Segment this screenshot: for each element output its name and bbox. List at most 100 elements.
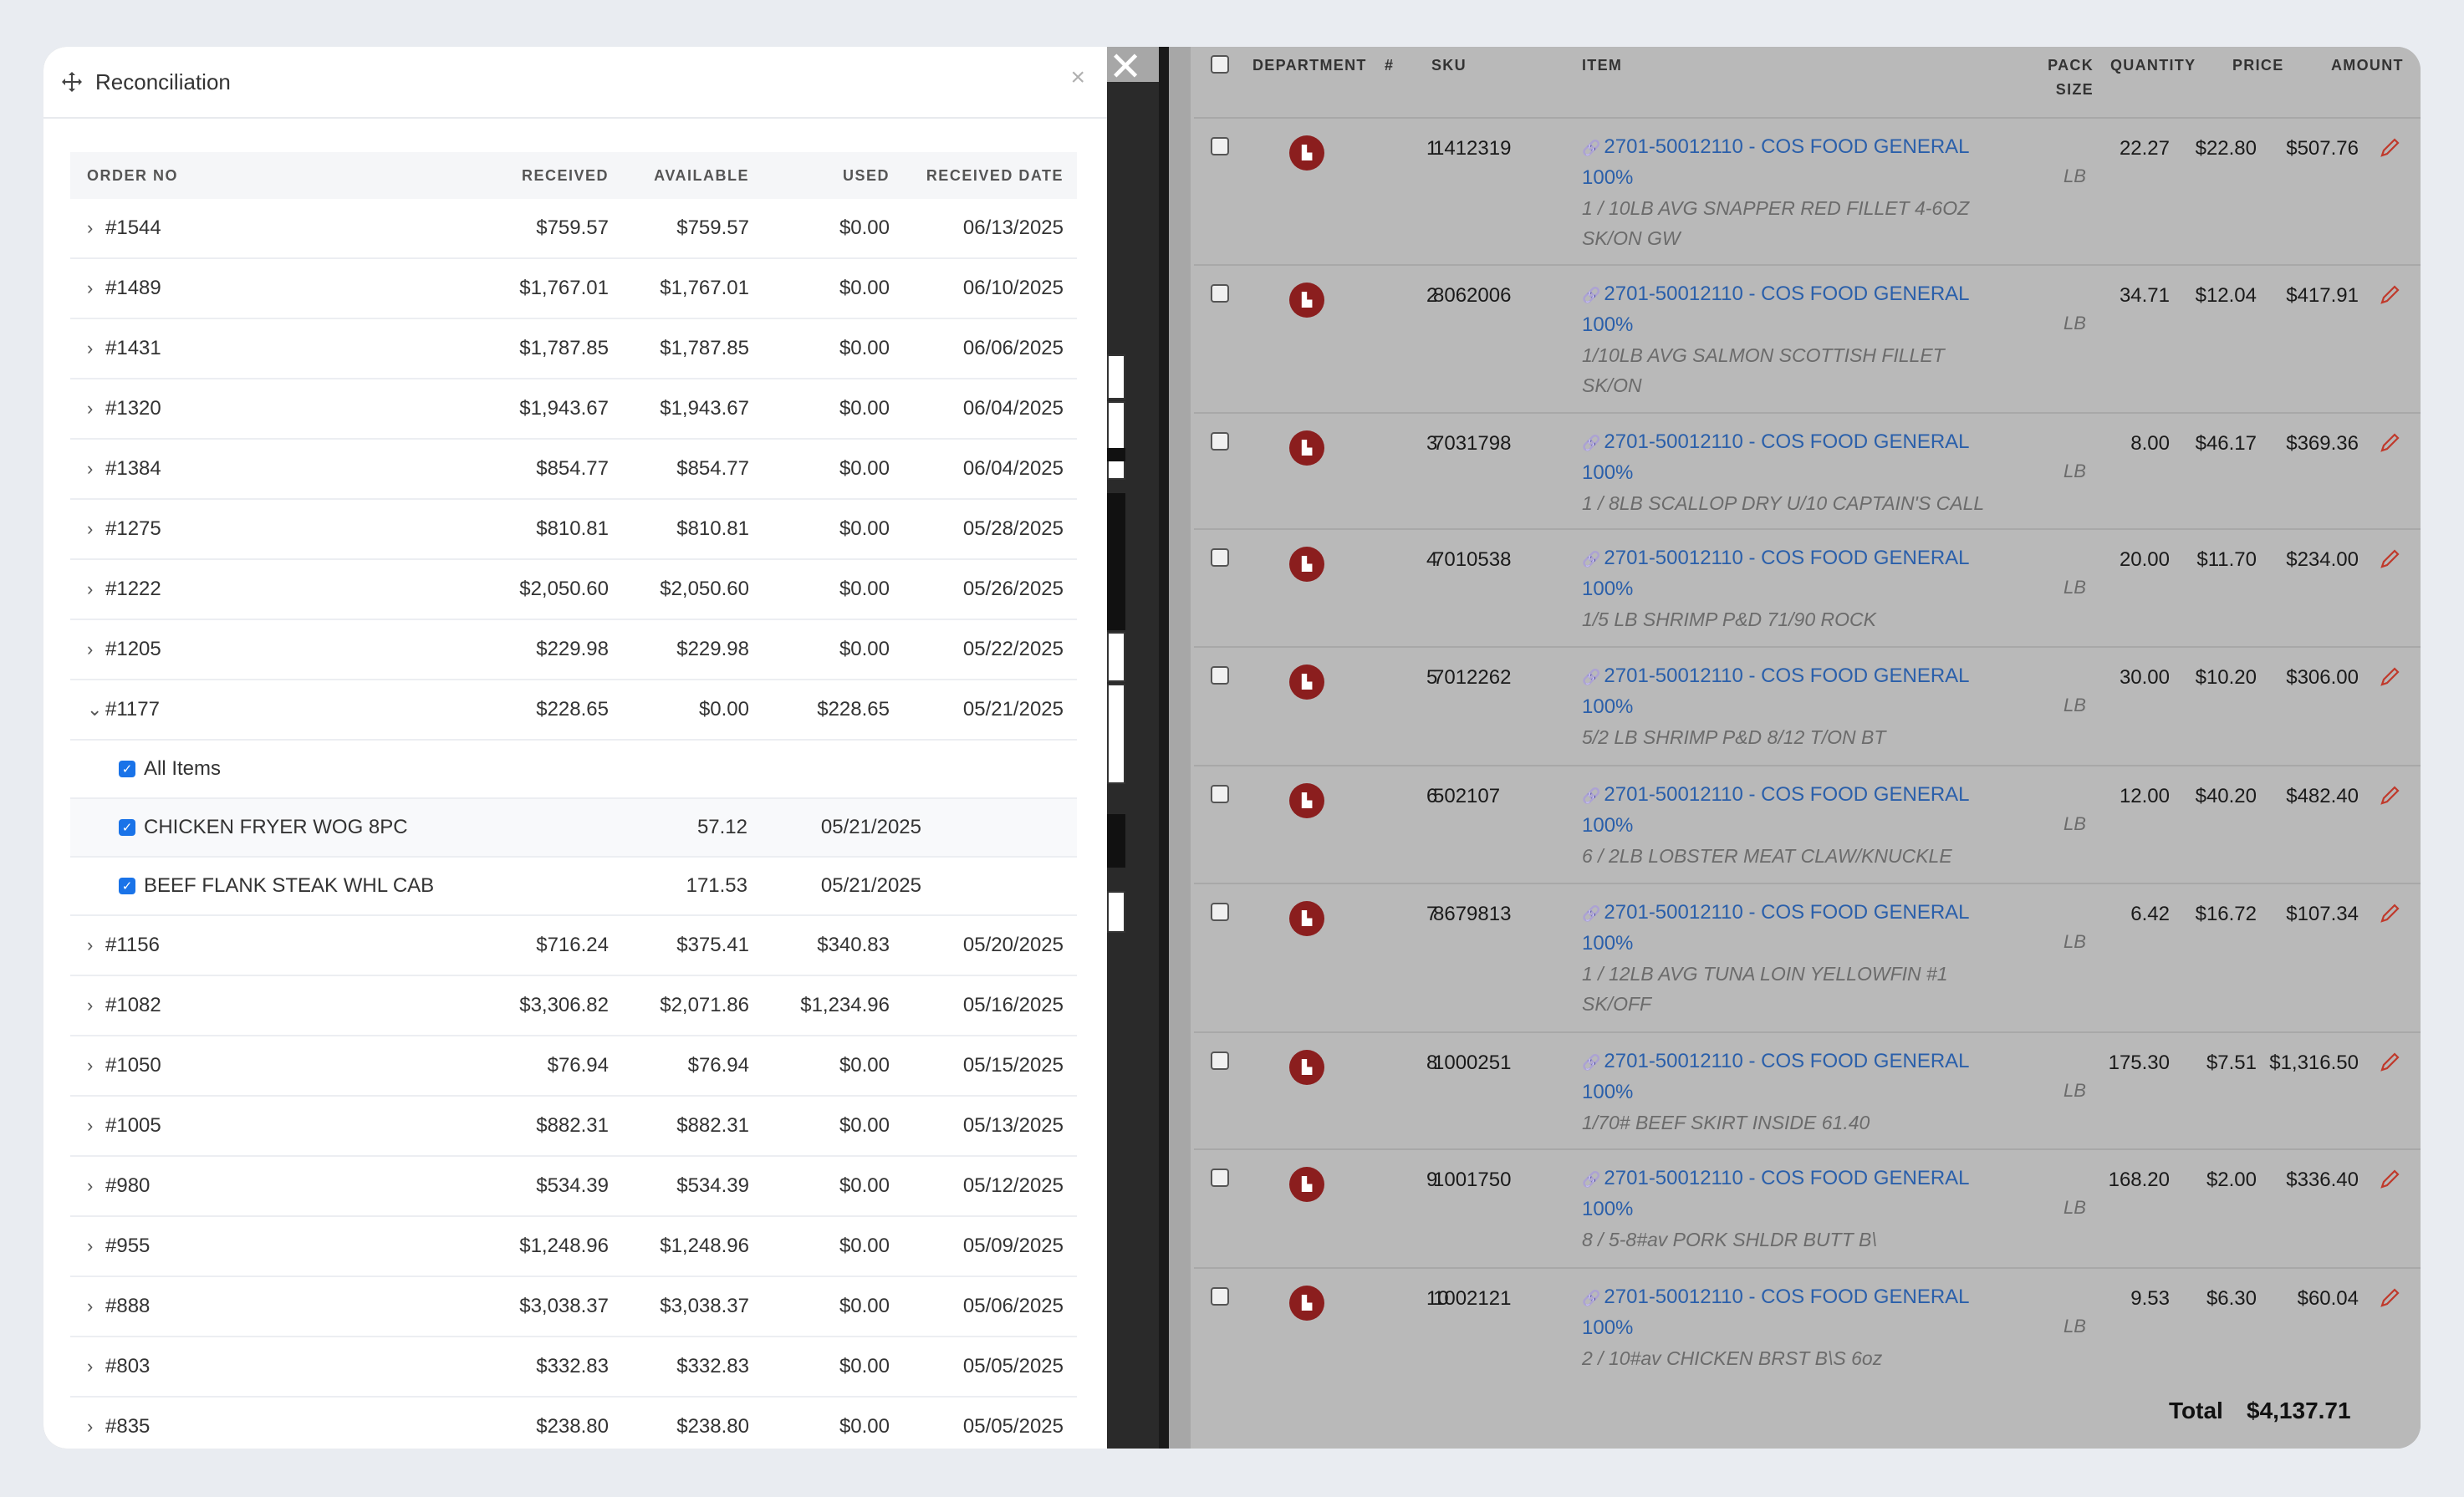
pencil-icon[interactable] — [2379, 901, 2402, 924]
order-number[interactable]: #1544 — [105, 216, 161, 240]
order-cell[interactable]: › #955 — [70, 1235, 467, 1258]
order-number[interactable]: #1005 — [105, 1114, 161, 1138]
pencil-icon[interactable] — [2379, 1050, 2402, 1073]
col-pack-size[interactable]: PACK SIZE — [2043, 57, 2094, 99]
gl-account-text[interactable]: 2701-50012110 - COS FOOD GENERAL — [1604, 135, 1969, 158]
pencil-icon[interactable] — [2379, 1286, 2402, 1309]
order-cell[interactable]: › #1005 — [70, 1114, 467, 1138]
row-checkbox[interactable] — [1211, 432, 1229, 451]
table-row[interactable]: ⌄ #1177 $228.65 $0.00 $228.65 05/21/2025 — [70, 680, 1077, 741]
col-num[interactable]: # — [1385, 57, 1394, 74]
chevron-icon[interactable]: › — [87, 518, 105, 540]
row-checkbox[interactable] — [1211, 137, 1229, 155]
item-row[interactable]: ▙ 10 1002121 🔗 2701-50012110 - COS FOOD GENE… — [1194, 1267, 2421, 1393]
gl-account-link[interactable]: 🔗 2701-50012110 - COS FOOD GENERAL — [1582, 1046, 2000, 1077]
department-icon[interactable]: ▙ — [1289, 1050, 1324, 1085]
order-cell[interactable]: › #1275 — [70, 517, 467, 541]
link-icon[interactable]: 🔗 — [1582, 1171, 1600, 1188]
order-cell[interactable]: ⌄ #1177 — [70, 698, 467, 721]
link-icon[interactable]: 🔗 — [1582, 669, 1600, 685]
gl-account-link[interactable]: 🔗 2701-50012110 - COS FOOD GENERAL — [1582, 132, 2000, 163]
order-cell[interactable]: › #1544 — [70, 216, 467, 240]
order-number[interactable]: #1156 — [105, 934, 160, 957]
item-row[interactable]: ▙ 6 502107 🔗 2701-50012110 - COS FOOD GENERA… — [1194, 765, 2421, 883]
close-icon[interactable]: × — [1070, 64, 1085, 92]
allocation-percent[interactable]: 100% — [1582, 458, 2000, 488]
row-checkbox[interactable] — [1211, 548, 1229, 567]
order-number[interactable]: #1082 — [105, 994, 161, 1017]
allocation-percent[interactable]: 100% — [1582, 929, 2000, 959]
department-icon[interactable]: ▙ — [1289, 283, 1324, 318]
select-all-checkbox[interactable] — [1211, 55, 1229, 74]
order-number[interactable]: #1205 — [105, 638, 161, 661]
allocation-percent[interactable]: 100% — [1582, 1313, 2000, 1343]
link-icon[interactable]: 🔗 — [1582, 551, 1600, 568]
chevron-icon[interactable]: › — [87, 995, 105, 1016]
row-checkbox[interactable] — [1211, 785, 1229, 803]
chevron-icon[interactable]: › — [87, 398, 105, 420]
row-checkbox[interactable] — [1211, 1287, 1229, 1306]
chevron-icon[interactable]: › — [87, 1416, 105, 1438]
department-icon[interactable]: ▙ — [1289, 430, 1324, 466]
order-number[interactable]: #1050 — [105, 1054, 161, 1077]
chevron-icon[interactable]: › — [87, 934, 105, 956]
order-number[interactable]: #1489 — [105, 277, 161, 300]
gl-account-text[interactable]: 2701-50012110 - COS FOOD GENERAL — [1604, 1286, 1969, 1308]
col-order-no[interactable]: ORDER NO — [70, 167, 467, 185]
department-icon[interactable]: ▙ — [1289, 135, 1324, 171]
col-sku[interactable]: SKU — [1431, 57, 1467, 74]
department-icon[interactable]: ▙ — [1289, 1167, 1324, 1202]
row-checkbox[interactable] — [1211, 666, 1229, 685]
allocation-percent[interactable]: 100% — [1582, 1077, 2000, 1107]
department-icon[interactable]: ▙ — [1289, 901, 1324, 936]
order-number[interactable]: #835 — [105, 1415, 150, 1438]
col-received[interactable]: RECEIVED — [467, 167, 609, 185]
order-number[interactable]: #803 — [105, 1355, 150, 1378]
order-cell[interactable]: › #1156 — [70, 934, 467, 957]
pencil-icon[interactable] — [2379, 135, 2402, 159]
order-number[interactable]: #1431 — [105, 337, 161, 360]
chevron-icon[interactable]: › — [87, 278, 105, 299]
order-cell[interactable]: › #1384 — [70, 457, 467, 481]
link-icon[interactable]: 🔗 — [1582, 287, 1600, 303]
item-row[interactable]: ▙ 8 1000251 🔗 2701-50012110 - COS FOOD GENER… — [1194, 1031, 2421, 1148]
move-icon[interactable] — [60, 70, 84, 94]
chevron-icon[interactable]: › — [87, 1296, 105, 1317]
order-number[interactable]: #888 — [105, 1295, 150, 1318]
link-icon[interactable]: 🔗 — [1582, 1290, 1600, 1306]
chevron-icon[interactable]: › — [87, 1175, 105, 1197]
gl-account-link[interactable]: 🔗 2701-50012110 - COS FOOD GENERAL — [1582, 661, 2000, 692]
item-row[interactable]: ▙ 9 1001750 🔗 2701-50012110 - COS FOOD GENER… — [1194, 1148, 2421, 1267]
item-checkbox[interactable]: ✓ — [119, 761, 135, 777]
chevron-icon[interactable]: › — [87, 217, 105, 239]
order-cell[interactable]: › #1431 — [70, 337, 467, 360]
gl-account-link[interactable]: 🔗 2701-50012110 - COS FOOD GENERAL — [1582, 1163, 2000, 1194]
item-checkbox[interactable]: ✓ — [119, 819, 135, 836]
allocation-percent[interactable]: 100% — [1582, 310, 2000, 340]
gl-account-link[interactable]: 🔗 2701-50012110 - COS FOOD GENERAL — [1582, 898, 2000, 929]
pencil-icon[interactable] — [2379, 283, 2402, 306]
order-number[interactable]: #980 — [105, 1174, 150, 1198]
col-amount[interactable]: AMOUNT — [2331, 57, 2404, 74]
item-row[interactable]: ▙ 7 8679813 🔗 2701-50012110 - COS FOOD GENER… — [1194, 883, 2421, 1031]
order-cell[interactable]: › #835 — [70, 1415, 467, 1438]
item-row[interactable]: ▙ 1 1412319 🔗 2701-50012110 - COS FOOD GENER… — [1194, 117, 2421, 264]
pencil-icon[interactable] — [2379, 783, 2402, 807]
link-icon[interactable]: 🔗 — [1582, 787, 1600, 804]
gl-account-text[interactable]: 2701-50012110 - COS FOOD GENERAL — [1604, 430, 1969, 453]
table-row[interactable]: › #1205 $229.98 $229.98 $0.00 05/22/2025 — [70, 620, 1077, 680]
item-checkbox[interactable]: ✓ — [119, 878, 135, 894]
pencil-icon[interactable] — [2379, 664, 2402, 688]
chevron-icon[interactable]: › — [87, 639, 105, 660]
table-row[interactable]: › #1544 $759.57 $759.57 $0.00 06/13/2025 — [70, 199, 1077, 259]
order-number[interactable]: #1384 — [105, 457, 161, 481]
gl-account-text[interactable]: 2701-50012110 - COS FOOD GENERAL — [1604, 783, 1969, 806]
department-icon[interactable]: ▙ — [1289, 547, 1324, 582]
col-received-date[interactable]: RECEIVED DATE — [890, 167, 1077, 185]
chevron-icon[interactable]: › — [87, 1235, 105, 1257]
row-checkbox[interactable] — [1211, 903, 1229, 921]
link-icon[interactable]: 🔗 — [1582, 140, 1600, 156]
table-row[interactable]: › #803 $332.83 $332.83 $0.00 05/05/2025 — [70, 1337, 1077, 1398]
order-cell[interactable]: › #803 — [70, 1355, 467, 1378]
gl-account-link[interactable]: 🔗 2701-50012110 - COS FOOD GENERAL — [1582, 279, 2000, 310]
